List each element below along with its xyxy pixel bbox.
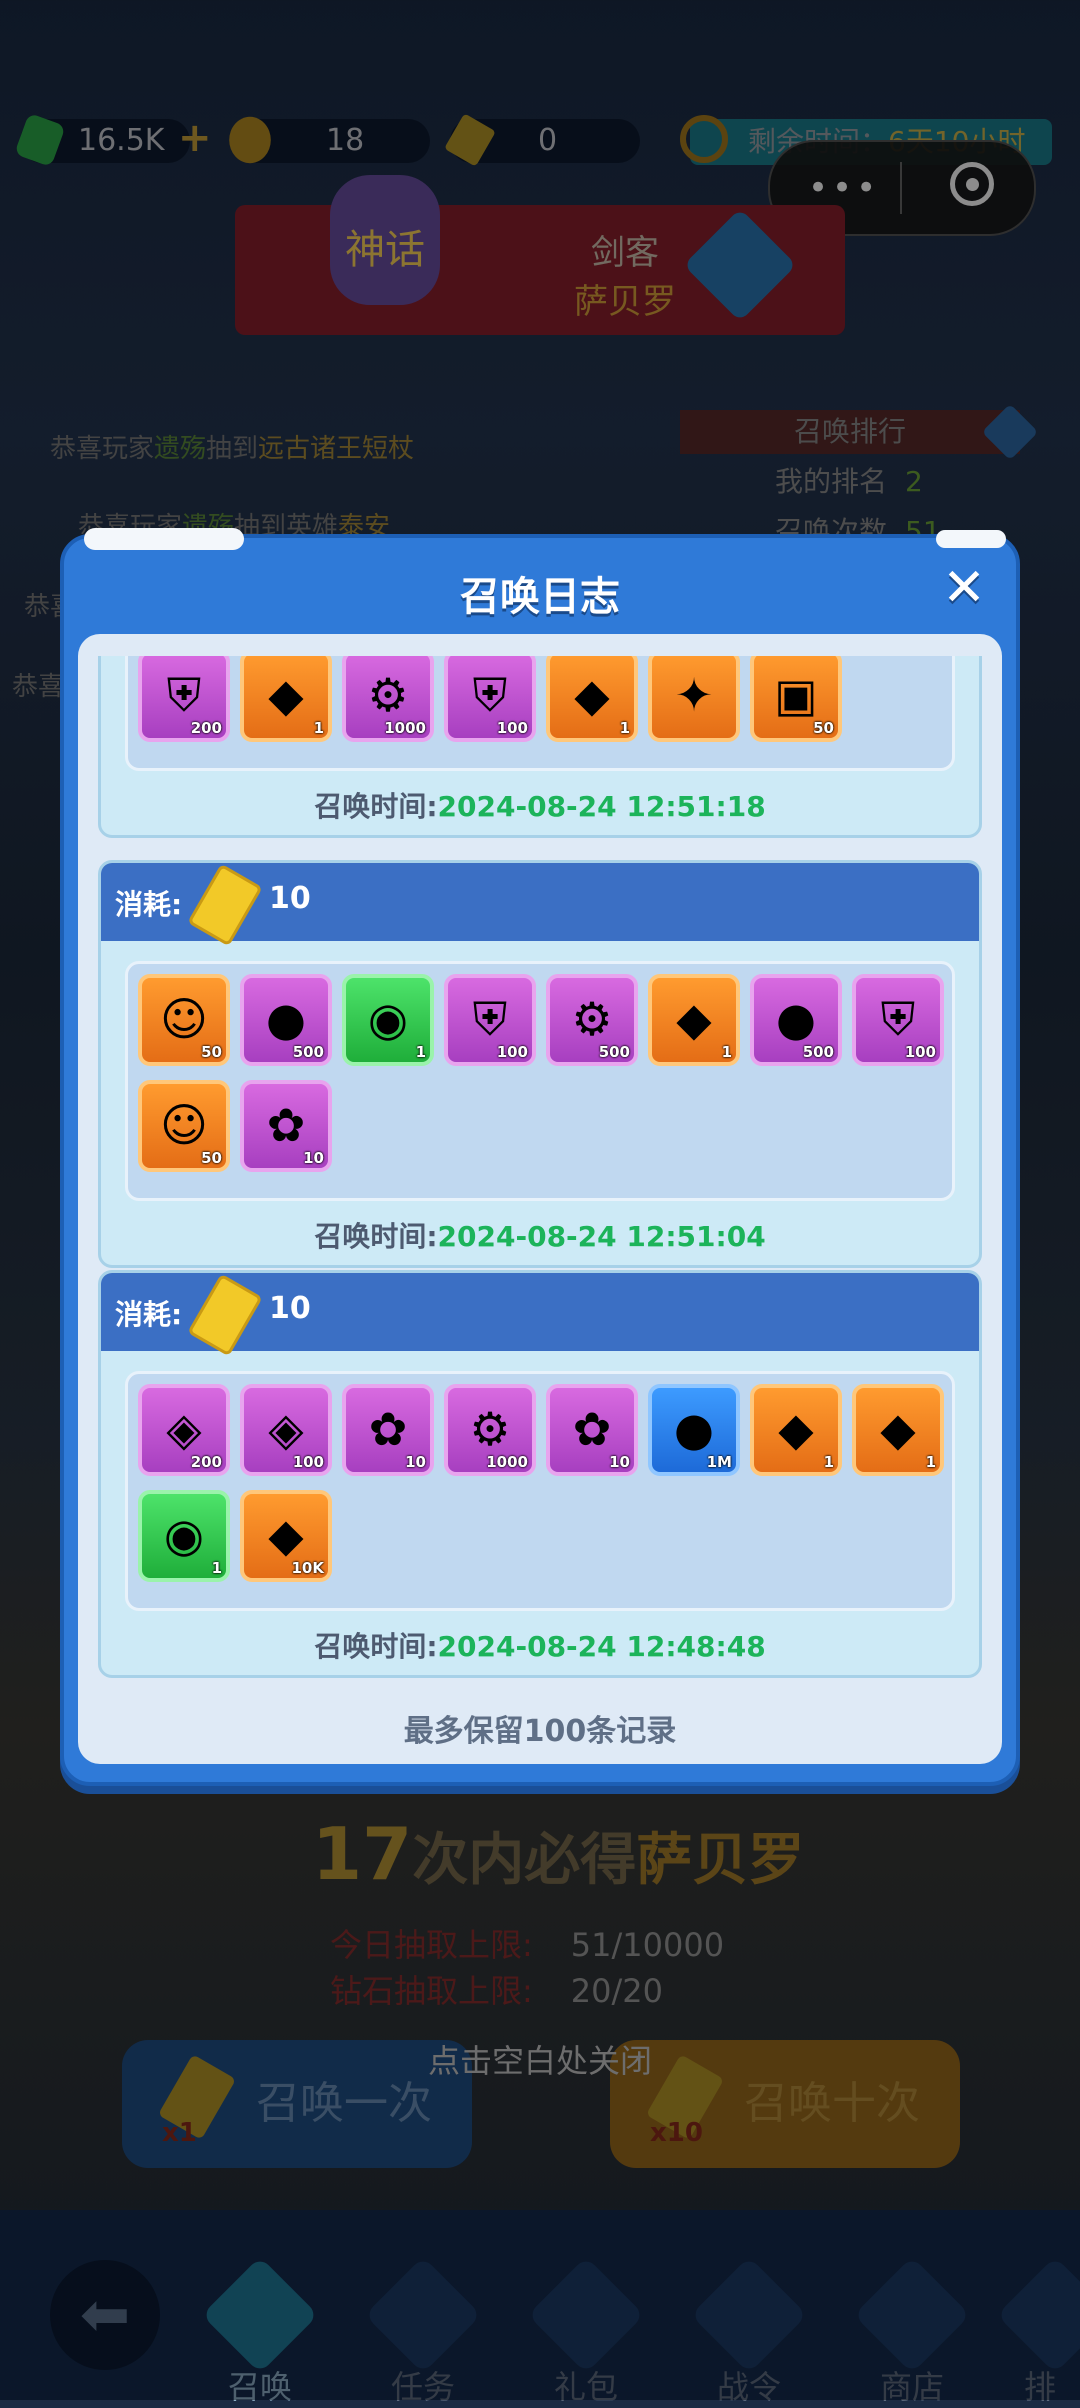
- reward-item[interactable]: ⛨ 200: [138, 656, 230, 742]
- reward-count: 100: [292, 1453, 324, 1471]
- log-list[interactable]: 消耗:⛨200◆1⚙1000⛨100◆1✦▣50召唤时间:2024-08-24 …: [98, 656, 982, 1704]
- cost-amount: 10: [269, 881, 311, 916]
- ticket-icon: [187, 863, 263, 947]
- reward-item[interactable]: ✿ 10: [240, 1080, 332, 1172]
- reward-count: 1: [619, 719, 630, 737]
- reward-item[interactable]: ⚙ 1000: [444, 1384, 536, 1476]
- time-label: 召唤时间:: [314, 1220, 438, 1253]
- reward-item[interactable]: ◆ 1: [750, 1384, 842, 1476]
- reward-item[interactable]: ◈ 200: [138, 1384, 230, 1476]
- reward-item[interactable]: ⛨ 100: [444, 656, 536, 742]
- entry-cost-header: 消耗: 10: [101, 863, 979, 947]
- reward-count: 1: [925, 1453, 936, 1471]
- reward-item[interactable]: ◆ 1: [546, 656, 638, 742]
- reward-count: 1M: [706, 1453, 732, 1471]
- reward-count: 10: [609, 1453, 630, 1471]
- reward-count: 1: [823, 1453, 834, 1471]
- reward-item[interactable]: ● 500: [240, 974, 332, 1066]
- reward-count: 200: [190, 1453, 222, 1471]
- reward-count: 1: [313, 719, 324, 737]
- time-value: 2024-08-24 12:48:48: [437, 1630, 766, 1663]
- ticket-icon: [187, 1273, 263, 1357]
- summon-time: 召唤时间:2024-08-24 12:51:04: [101, 1215, 979, 1255]
- reward-item[interactable]: ● 500: [750, 974, 842, 1066]
- reward-count: 1: [415, 1043, 426, 1061]
- reward-count: 100: [904, 1043, 936, 1061]
- reward-count: 1: [721, 1043, 732, 1061]
- reward-count: 500: [802, 1043, 834, 1061]
- snow-decoration: [84, 528, 244, 550]
- time-label: 召唤时间:: [314, 1630, 438, 1663]
- reward-item[interactable]: ◉ 1: [138, 1490, 230, 1582]
- reward-item[interactable]: ⛨ 100: [444, 974, 536, 1066]
- reward-count: 50: [813, 719, 834, 737]
- reward-item[interactable]: ☺ 50: [138, 1080, 230, 1172]
- reward-item[interactable]: ◆ 10K: [240, 1490, 332, 1582]
- reward-item[interactable]: ◉ 1: [342, 974, 434, 1066]
- reward-item[interactable]: ◆ 1: [240, 656, 332, 742]
- reward-item[interactable]: ✿ 10: [546, 1384, 638, 1476]
- summon-time: 召唤时间:2024-08-24 12:48:48: [101, 1625, 979, 1665]
- reward-grid: ☺ 50 ● 500 ◉ 1 ⛨ 100 ⚙ 500 ◆ 1 ● 500 ⛨ 100 ☺ 50 ✿ 10: [125, 961, 955, 1201]
- retention-note: 最多保留100条记录: [403, 1714, 677, 1749]
- close-icon[interactable]: ✕: [936, 560, 992, 616]
- entry-cost-header: 消耗: 10: [101, 1273, 979, 1357]
- reward-item[interactable]: ✿ 10: [342, 1384, 434, 1476]
- cost-label: 消耗:: [115, 888, 183, 921]
- reward-item[interactable]: ◆ 1: [648, 974, 740, 1066]
- log-panel: 消耗:⛨200◆1⚙1000⛨100◆1✦▣50召唤时间:2024-08-24 …: [78, 634, 1002, 1764]
- reward-count: 500: [292, 1043, 324, 1061]
- reward-count: 500: [598, 1043, 630, 1061]
- reward-item[interactable]: ◈ 100: [240, 1384, 332, 1476]
- summon-log-dialog: 召唤日志 ✕ 消耗:⛨200◆1⚙1000⛨100◆1✦▣50召唤时间:2024…: [60, 528, 1020, 1786]
- reward-count: 50: [201, 1149, 222, 1167]
- cost-label: 消耗:: [115, 1298, 183, 1331]
- snow-decoration: [936, 530, 1006, 548]
- reward-count: 1: [211, 1559, 222, 1577]
- log-entry: 消耗:⛨200◆1⚙1000⛨100◆1✦▣50召唤时间:2024-08-24 …: [98, 656, 982, 838]
- reward-count: 50: [201, 1043, 222, 1061]
- reward-item[interactable]: ◆ 1: [852, 1384, 944, 1476]
- time-value: 2024-08-24 12:51:04: [437, 1220, 766, 1253]
- reward-icon: ✦: [674, 668, 714, 722]
- time-value: 2024-08-24 12:51:18: [437, 790, 766, 823]
- reward-item[interactable]: ⚙ 500: [546, 974, 638, 1066]
- reward-item[interactable]: ▣ 50: [750, 656, 842, 742]
- reward-count: 200: [190, 719, 222, 737]
- summon-time: 召唤时间:2024-08-24 12:51:18: [101, 785, 979, 825]
- log-entry: 消耗: 10 ☺ 50 ● 500 ◉ 1 ⛨ 100 ⚙ 500 ◆ 1 ● 500 ⛨ 100 ☺ 50 ✿ 10 召唤…: [98, 860, 982, 1268]
- dialog-title: 召唤日志: [460, 574, 620, 620]
- reward-count: 10K: [291, 1559, 325, 1577]
- reward-count: 10: [405, 1453, 426, 1471]
- reward-count: 100: [496, 1043, 528, 1061]
- reward-count: 1000: [384, 719, 426, 737]
- cost-amount: 10: [269, 1291, 311, 1326]
- reward-grid: ◈ 200 ◈ 100 ✿ 10 ⚙ 1000 ✿ 10 ● 1M ◆ 1 ◆ 1 ◉ 1 ◆ 10K: [125, 1371, 955, 1611]
- reward-grid: ⛨ 200 ◆ 1 ⚙ 1000 ⛨ 100 ◆ 1 ✦ ▣ 50: [125, 656, 955, 771]
- time-label: 召唤时间:: [314, 790, 438, 823]
- reward-count: 1000: [486, 1453, 528, 1471]
- reward-item[interactable]: ✦: [648, 656, 740, 742]
- reward-item[interactable]: ⚙ 1000: [342, 656, 434, 742]
- reward-item[interactable]: ● 1M: [648, 1384, 740, 1476]
- reward-item[interactable]: ⛨ 100: [852, 974, 944, 1066]
- reward-count: 10: [303, 1149, 324, 1167]
- reward-count: 100: [496, 719, 528, 737]
- log-entry: 消耗: 10 ◈ 200 ◈ 100 ✿ 10 ⚙ 1000 ✿ 10 ● 1M ◆ 1 ◆ 1 ◉ 1 ◆ 10K 召唤时…: [98, 1270, 982, 1678]
- reward-item[interactable]: ☺ 50: [138, 974, 230, 1066]
